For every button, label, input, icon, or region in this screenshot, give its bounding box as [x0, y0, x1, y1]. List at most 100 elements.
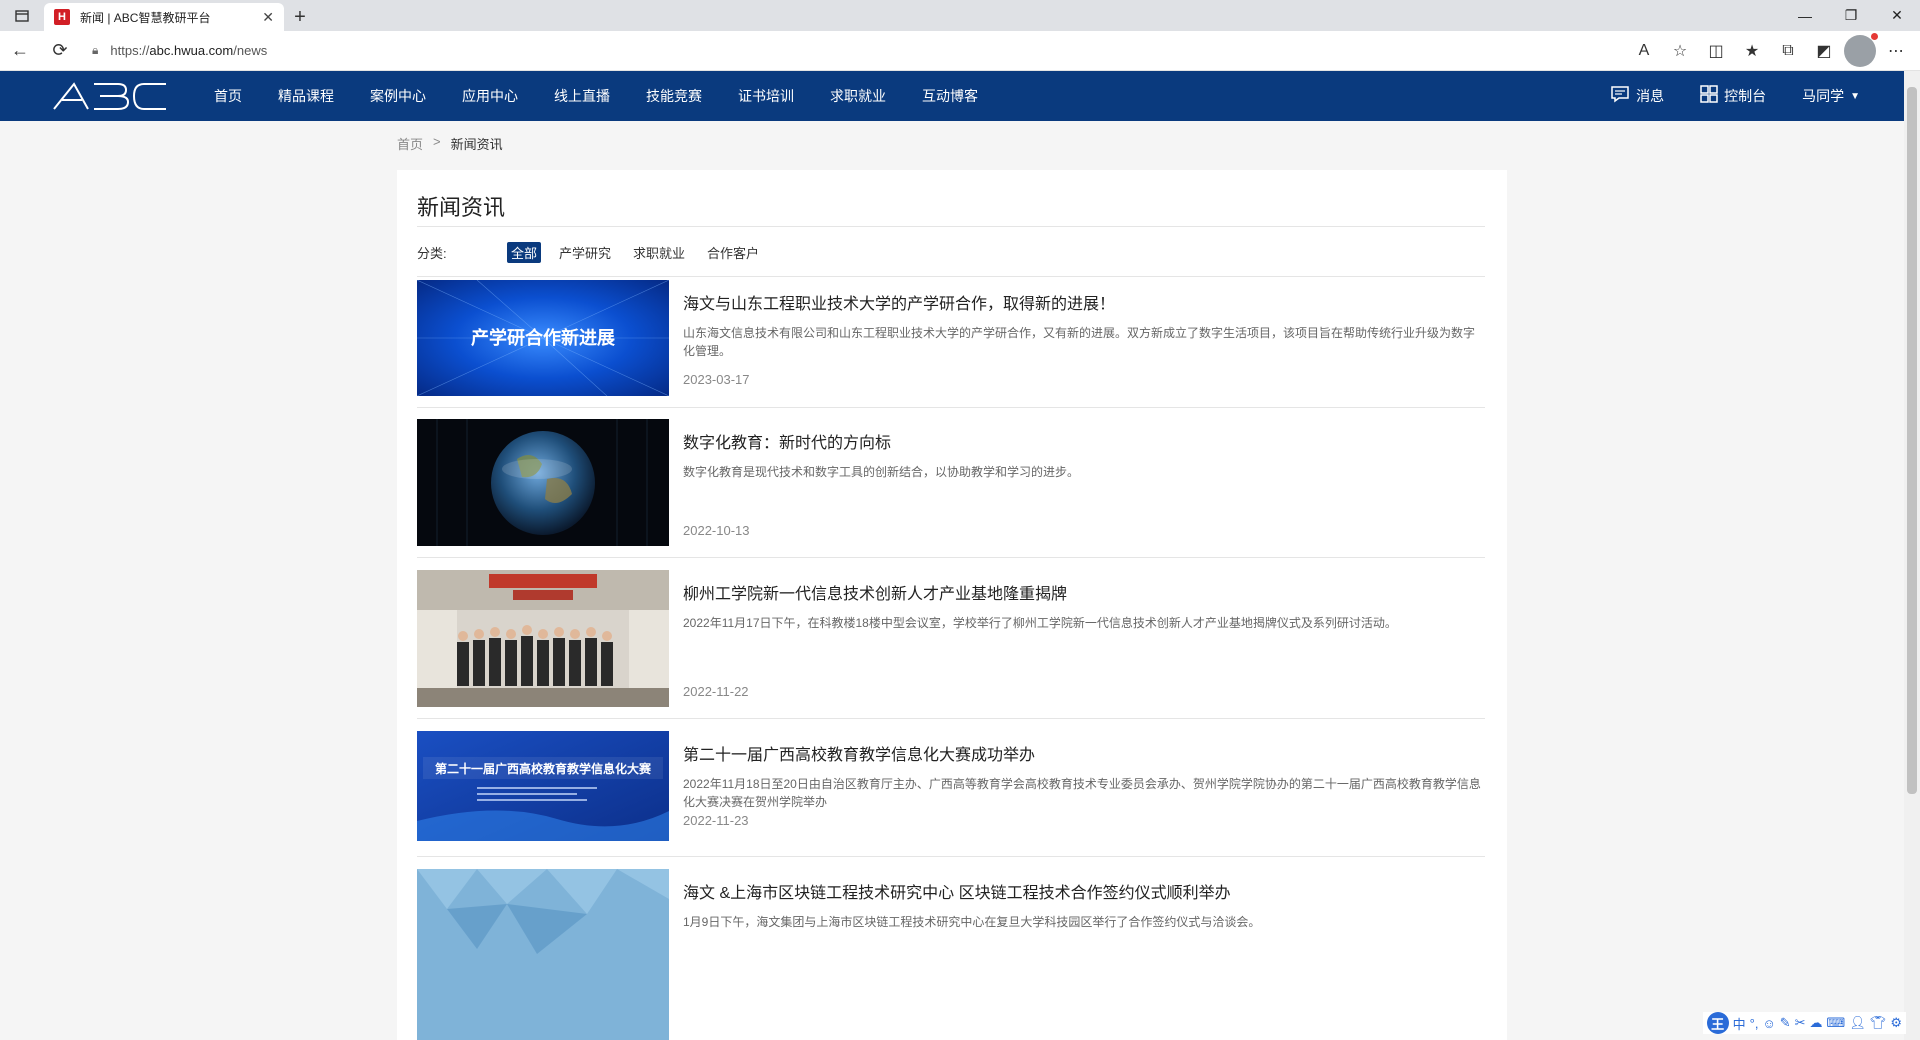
filter-label: 分类:	[417, 246, 447, 261]
news-thumbnail[interactable]	[417, 869, 669, 1040]
news-body: 柳州工学院新一代信息技术创新人才产业基地隆重揭牌 2022年11月17日下午，在…	[683, 580, 1485, 632]
thumbnail-caption: 第二十一届广西高校教育教学信息化大赛	[435, 761, 652, 776]
url-host: abc.hwua.com	[149, 43, 234, 58]
nav-live[interactable]: 线上直播	[536, 71, 628, 121]
filter-research[interactable]: 产学研究	[555, 242, 615, 263]
news-body: 第二十一届广西高校教育教学信息化大赛成功举办 2022年11月18日至20日由自…	[683, 741, 1485, 811]
user-menu[interactable]: 马同学 ▼	[1802, 86, 1860, 106]
nav-home[interactable]: 首页	[196, 71, 260, 121]
back-icon[interactable]: ←	[0, 31, 40, 71]
news-body: 海文与山东工程职业技术大学的产学研合作，取得新的进展！ 山东海文信息技术有限公司…	[683, 290, 1485, 360]
close-window-icon[interactable]: ✕	[1874, 0, 1920, 31]
news-date: 2023-03-17	[683, 372, 750, 387]
settings-gear-icon[interactable]: ⚙	[1890, 1015, 1902, 1031]
browser-tab-bar: H 新闻 | ABC智慧教研平台 ✕ +	[0, 0, 1920, 31]
news-summary: 山东海文信息技术有限公司和山东工程职业技术大学的产学研合作，又有新的进展。双方新…	[683, 326, 1476, 358]
news-summary: 数字化教育是现代技术和数字工具的创新结合，以协助教学和学习的进步。	[683, 465, 1080, 479]
news-item[interactable]: 第二十一届广西高校教育教学信息化大赛 第二十一届广西高校教育教学信息化大赛成功举…	[417, 731, 1485, 857]
split-screen-icon[interactable]: ◫	[1700, 35, 1732, 67]
breadcrumb-home[interactable]: 首页	[397, 134, 423, 153]
url-text: https://abc.hwua.com/news	[110, 43, 267, 58]
news-thumbnail[interactable]	[417, 570, 669, 707]
close-tab-icon[interactable]: ✕	[262, 9, 274, 26]
scissors-icon[interactable]: ✂	[1795, 1015, 1806, 1031]
read-aloud-icon[interactable]: A	[1628, 35, 1660, 67]
url-prefix: https://	[110, 43, 150, 58]
news-title[interactable]: 海文 &上海市区块链工程技术研究中心 区块链工程技术合作签约仪式顺利举办	[683, 879, 1485, 903]
user-icon[interactable]: 👤︎	[1849, 1015, 1866, 1031]
abc-logo[interactable]	[52, 79, 172, 113]
more-menu-icon[interactable]: ⋯	[1880, 35, 1912, 67]
breadcrumb: 首页 > 新闻资讯	[397, 134, 503, 153]
edge-browser-icon[interactable]: ◩	[1808, 35, 1840, 67]
tab-title: 新闻 | ABC智慧教研平台	[80, 10, 211, 25]
messages-label: 消息	[1636, 88, 1665, 104]
nav-contests[interactable]: 技能竞赛	[628, 71, 720, 121]
url-field[interactable]: 🔒︎ https://abc.hwua.com/news	[92, 35, 1628, 66]
nav-courses[interactable]: 精品课程	[260, 71, 352, 121]
user-name: 马同学	[1802, 88, 1845, 104]
messages-button[interactable]: 消息	[1610, 85, 1664, 108]
nav-cases[interactable]: 案例中心	[352, 71, 444, 121]
news-body: 数字化教育：新时代的方向标 数字化教育是现代技术和数字工具的创新结合，以协助教学…	[683, 429, 1485, 481]
tab-actions-icon[interactable]	[0, 0, 44, 31]
news-date: 2022-10-13	[683, 523, 750, 538]
window-controls: — ❐ ✕	[1782, 0, 1920, 31]
nav-certificates[interactable]: 证书培训	[720, 71, 812, 121]
favorites-list-icon[interactable]: ★	[1736, 35, 1768, 67]
news-item[interactable]: 海文 &上海市区块链工程技术研究中心 区块链工程技术合作签约仪式顺利举办 1月9…	[417, 869, 1485, 1040]
restore-icon[interactable]: ❐	[1828, 0, 1874, 31]
news-title[interactable]: 第二十一届广西高校教育教学信息化大赛成功举办	[683, 741, 1485, 765]
breadcrumb-current: 新闻资讯	[450, 137, 503, 152]
news-summary: 2022年11月18日至20日由自治区教育厅主办、广西高等教育学会高校教育技术专…	[683, 777, 1481, 809]
news-thumbnail[interactable]: 第二十一届广西高校教育教学信息化大赛	[417, 731, 669, 841]
lock-icon: 🔒︎	[92, 43, 99, 57]
nav-jobs[interactable]: 求职就业	[812, 71, 904, 121]
news-summary: 2022年11月17日下午，在科教楼18楼中型会议室，学校举行了柳州工学院新一代…	[683, 616, 1397, 630]
dashboard-label: 控制台	[1724, 88, 1767, 104]
filter-partners[interactable]: 合作客户	[703, 242, 763, 263]
cloud-icon[interactable]: ☁	[1810, 1015, 1823, 1031]
nav-blog[interactable]: 互动博客	[904, 71, 996, 121]
news-date: 2022-11-22	[683, 684, 749, 699]
main-nav: 首页 精品课程 案例中心 应用中心 线上直播 技能竞赛 证书培训 求职就业 互动…	[196, 71, 996, 121]
news-body: 海文 &上海市区块链工程技术研究中心 区块链工程技术合作签约仪式顺利举办 1月9…	[683, 879, 1485, 931]
page-scrollbar[interactable]	[1904, 71, 1920, 1040]
skin-icon[interactable]: 👕︎	[1870, 1015, 1887, 1031]
header-right: 消息 控制台 马同学 ▼	[1610, 84, 1904, 108]
emoji-icon[interactable]: ☺	[1762, 1016, 1775, 1031]
profile-avatar	[1844, 32, 1878, 67]
news-item[interactable]: 数字化教育：新时代的方向标 数字化教育是现代技术和数字工具的创新结合，以协助教学…	[417, 419, 1485, 558]
filter-all[interactable]: 全部	[507, 242, 542, 263]
filter-jobs[interactable]: 求职就业	[629, 242, 689, 263]
dashboard-grid-icon	[1700, 84, 1718, 108]
ime-toolbar[interactable]: 王 中 °, ☺ ✎ ✂ ☁ ⌨ 👤︎ 👕︎ ⚙	[1702, 1012, 1906, 1034]
refresh-icon[interactable]: ⟳	[40, 31, 80, 71]
favorite-star-icon[interactable]: ☆	[1664, 35, 1696, 67]
news-item[interactable]: 柳州工学院新一代信息技术创新人才产业基地隆重揭牌 2022年11月17日下午，在…	[417, 570, 1485, 719]
nav-apps[interactable]: 应用中心	[444, 71, 536, 121]
news-thumbnail[interactable]: 产学研合作新进展	[417, 280, 669, 396]
punctuation-icon[interactable]: °,	[1750, 1016, 1759, 1031]
news-panel: 新闻资讯 分类: 全部 产学研究 求职就业 合作客户 产学研合作新进展 海文与山…	[397, 170, 1507, 1040]
dashboard-button[interactable]: 控制台	[1700, 84, 1767, 108]
profile-icon[interactable]	[1844, 32, 1878, 67]
news-thumbnail[interactable]	[417, 419, 669, 546]
handwrite-icon[interactable]: ✎	[1780, 1015, 1791, 1031]
news-title[interactable]: 数字化教育：新时代的方向标	[683, 429, 1485, 453]
news-title[interactable]: 海文与山东工程职业技术大学的产学研合作，取得新的进展！	[683, 290, 1485, 314]
divider	[417, 276, 1485, 277]
keyboard-icon[interactable]: ⌨	[1827, 1015, 1846, 1031]
news-item[interactable]: 产学研合作新进展 海文与山东工程职业技术大学的产学研合作，取得新的进展！ 山东海…	[417, 280, 1485, 408]
collections-icon[interactable]: ⧉	[1772, 35, 1804, 67]
new-tab-icon[interactable]: +	[284, 3, 316, 31]
address-bar-row: ← ⟳ 🔒︎ https://abc.hwua.com/news A ☆ ◫ ★…	[0, 31, 1920, 71]
news-title[interactable]: 柳州工学院新一代信息技术创新人才产业基地隆重揭牌	[683, 580, 1485, 604]
browser-toolbar-icons: A ☆ ◫ ★ ⧉ ◩ ⋯	[1628, 32, 1920, 67]
scrollbar-thumb[interactable]	[1907, 87, 1917, 794]
ime-mode[interactable]: 中	[1733, 1014, 1746, 1033]
browser-tab[interactable]: H 新闻 | ABC智慧教研平台 ✕	[44, 3, 284, 31]
thumbnail-caption: 产学研合作新进展	[471, 327, 616, 349]
minimize-icon[interactable]: —	[1782, 0, 1828, 31]
ime-logo-icon[interactable]: 王	[1706, 1012, 1729, 1034]
